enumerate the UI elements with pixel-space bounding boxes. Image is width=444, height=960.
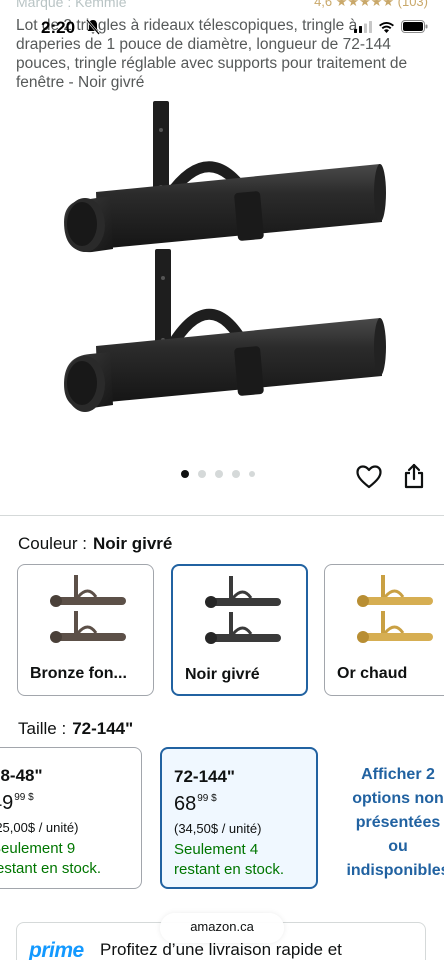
size-option-stock: Seulement 9	[0, 840, 76, 857]
browser-url-bar[interactable]: amazon.ca	[160, 913, 284, 943]
color-option-label: Or chaud	[337, 665, 408, 682]
product-image[interactable]	[0, 92, 444, 462]
battery-icon	[401, 20, 428, 33]
size-option-unit-price: (25,00$ / unité)	[0, 820, 79, 835]
show-more-options-link[interactable]: Afficher 2 options non présentées ou ind…	[340, 763, 444, 883]
gold-rod-thumbnail	[357, 575, 433, 643]
curtain-rod-top	[64, 101, 386, 253]
image-pager[interactable]	[181, 470, 255, 478]
status-icons	[354, 20, 428, 33]
section-divider	[0, 515, 444, 516]
color-swatch-list: Bronze fon... Noir givré Or chaud	[17, 564, 444, 696]
color-option-label: Bronze fon...	[30, 665, 127, 682]
color-option-label: Noir givré	[185, 666, 260, 683]
size-option-stock: Seulement 4	[174, 841, 259, 858]
pager-dot-5[interactable]	[249, 471, 255, 477]
size-option-stock-note: restant en stock.	[174, 861, 285, 878]
size-option-72-144[interactable]: 72-144" 6899 $ (34,50$ / unité) Seulemen…	[160, 747, 318, 889]
status-time: 2:20	[41, 18, 76, 37]
prime-message: Profitez d’une livraison rapide et	[100, 940, 342, 959]
size-option-price: 4999 $	[0, 792, 34, 814]
bell-slash-icon	[86, 19, 100, 35]
status-bar: 2:20	[0, 0, 444, 42]
size-selected-value: 72-144"	[72, 719, 134, 738]
color-heading: Couleur : Noir givré	[18, 534, 172, 554]
color-option-gold[interactable]: Or chaud	[324, 564, 444, 696]
bronze-rod-thumbnail	[50, 575, 126, 643]
pager-dot-3[interactable]	[215, 470, 223, 478]
pager-dot-4[interactable]	[232, 470, 240, 478]
color-option-black[interactable]: Noir givré	[171, 564, 308, 696]
pager-dot-2[interactable]	[198, 470, 206, 478]
size-option-stock-note: restant en stock.	[0, 860, 102, 877]
share-icon[interactable]	[403, 463, 425, 489]
size-option-unit-price: (34,50$ / unité)	[174, 821, 262, 836]
curtain-rod-bottom	[64, 249, 386, 412]
size-option-size: 28-48"	[0, 766, 43, 785]
size-heading: Taille : 72-144"	[18, 719, 133, 739]
prime-logo: prime	[29, 939, 84, 960]
size-option-28-48[interactable]: 28-48" 4999 $ (25,00$ / unité) Seulement…	[0, 747, 142, 889]
color-option-bronze[interactable]: Bronze fon...	[17, 564, 154, 696]
pager-dot-1[interactable]	[181, 470, 189, 478]
size-option-list: 28-48" 4999 $ (25,00$ / unité) Seulement…	[0, 747, 444, 892]
wifi-icon	[379, 21, 394, 33]
heart-icon[interactable]	[356, 465, 382, 489]
cellular-signal-icon	[354, 20, 372, 33]
size-option-size: 72-144"	[174, 767, 235, 786]
color-label: Couleur :	[18, 534, 87, 553]
size-option-price: 6899 $	[174, 793, 217, 815]
color-selected-value: Noir givré	[92, 534, 173, 553]
size-label: Taille :	[18, 719, 67, 738]
black-rod-thumbnail	[205, 576, 281, 644]
